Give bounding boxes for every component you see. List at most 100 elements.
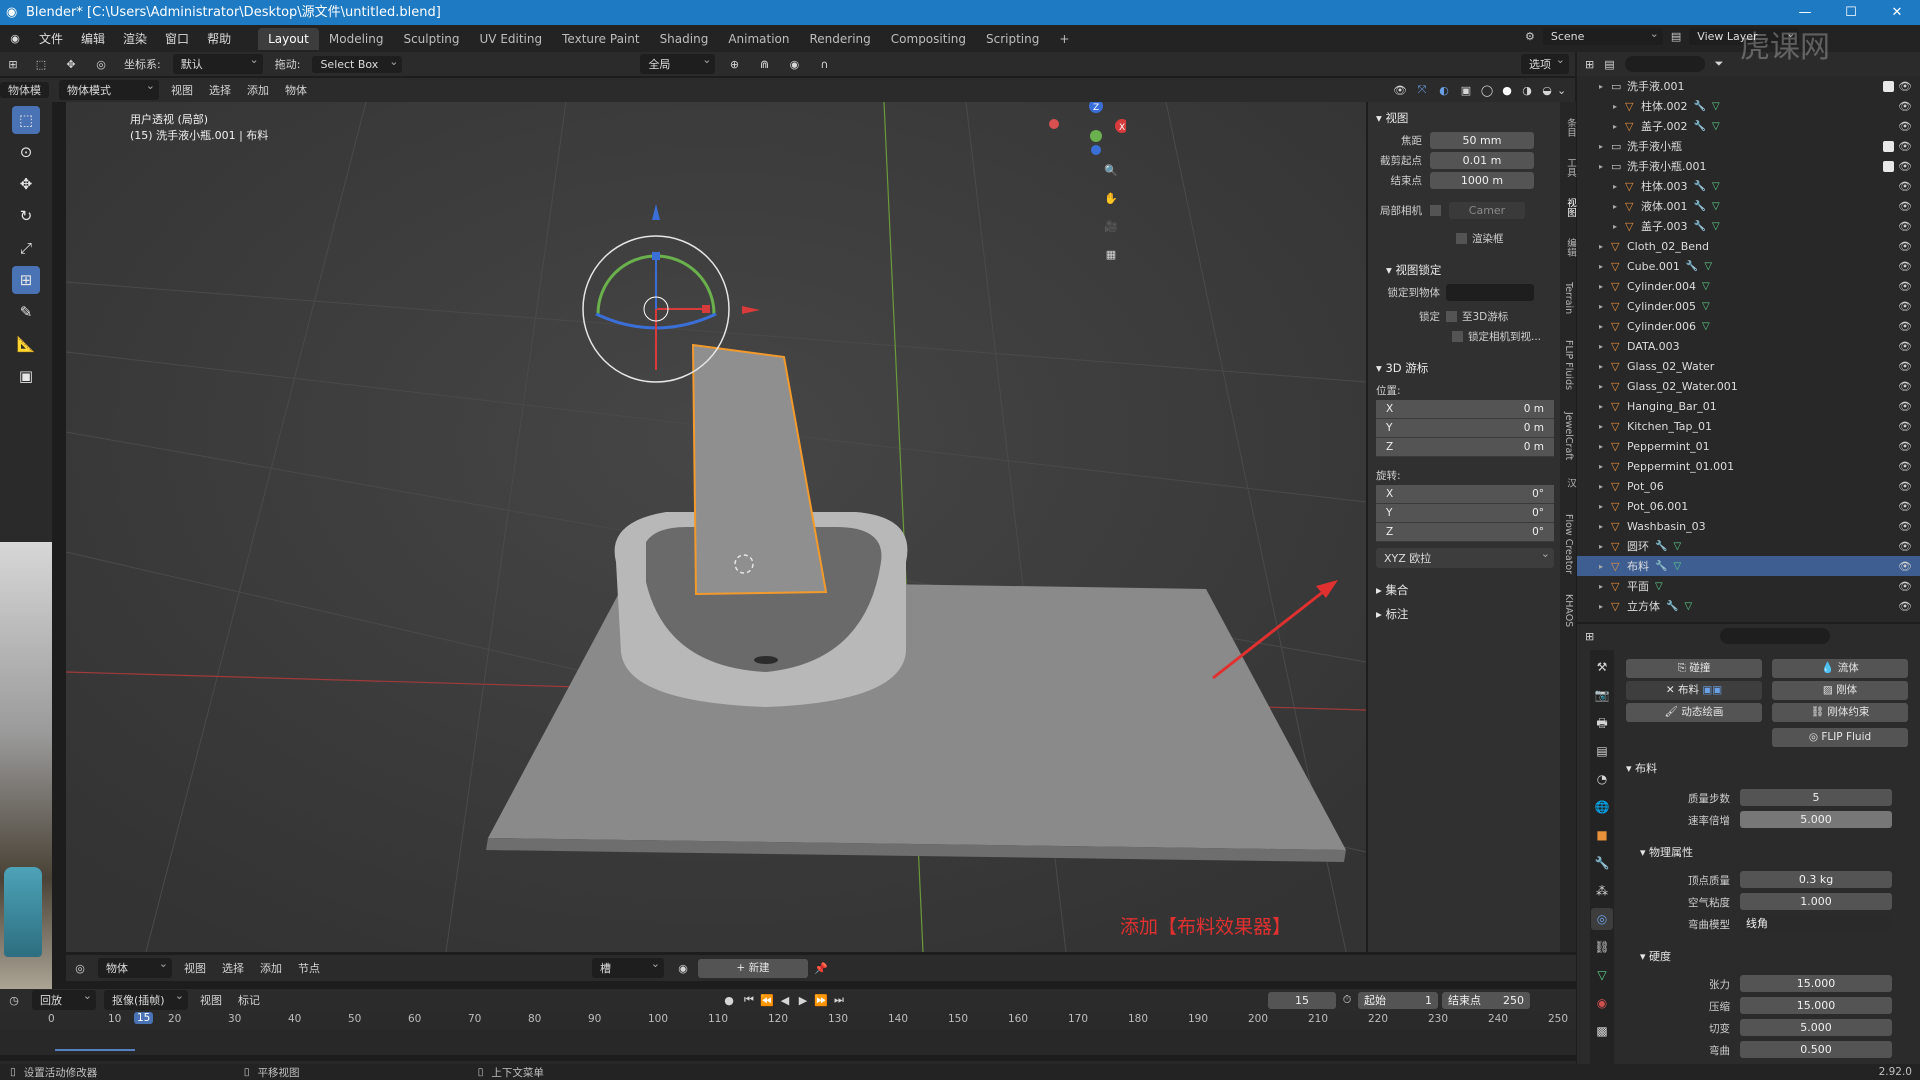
filter-icon[interactable]: ⏷ — [1715, 57, 1724, 71]
outliner-row[interactable]: ▸ ▽ Kitchen_Tap_01 👁 — [1577, 416, 1920, 436]
menu-object[interactable]: 物体 — [277, 82, 315, 98]
annotations-header[interactable]: ▸ 标注 — [1368, 602, 1560, 626]
visibility-eye-icon[interactable]: 👁 — [1898, 380, 1912, 393]
outliner-row[interactable]: ▸ ▽ 平面 ▽ 👁 — [1577, 576, 1920, 596]
expand-arrow-icon[interactable]: ▸ — [1599, 342, 1611, 351]
expand-arrow-icon[interactable]: ▸ — [1599, 242, 1611, 251]
cursor-loc-y[interactable]: Y0 m — [1376, 419, 1554, 438]
outliner-row[interactable]: ▸ ▽ Cylinder.006 ▽ 👁 — [1577, 316, 1920, 336]
rotation-mode-dropdown[interactable]: XYZ 欧拉 — [1376, 547, 1554, 568]
annotate-tool-icon[interactable]: ✎ — [12, 298, 40, 326]
drag-dropdown[interactable]: Select Box — [312, 55, 403, 73]
view-layer-tab-icon[interactable]: ▤ — [1591, 740, 1613, 762]
menu-view[interactable]: 视图 — [163, 82, 201, 98]
exclude-checkbox[interactable] — [1883, 160, 1894, 172]
expand-arrow-icon[interactable]: ▸ — [1599, 142, 1611, 151]
visibility-eye-icon[interactable]: 👁 — [1898, 420, 1912, 433]
cursor-loc-x[interactable]: X0 m — [1376, 400, 1554, 419]
pivot-dropdown[interactable]: 全局 — [640, 53, 716, 74]
next-key-icon[interactable]: ⏩ — [812, 994, 830, 1007]
cursor-rot-x[interactable]: X 0° — [1376, 485, 1554, 504]
mode-left[interactable]: 物体模 — [0, 82, 49, 98]
material-browse-icon[interactable]: ◉ — [668, 962, 698, 975]
exclude-checkbox[interactable] — [1883, 140, 1894, 152]
coord-dropdown[interactable]: 默认 — [172, 53, 263, 74]
tab-shading[interactable]: Shading — [650, 28, 719, 50]
tab-view[interactable]: 视图 — [1563, 198, 1577, 217]
timeline-scrollbar[interactable] — [0, 1055, 1576, 1061]
expand-arrow-icon[interactable]: ▸ — [1599, 362, 1611, 371]
outliner-row[interactable]: ▸ ▽ 圆环 🔧 ▽ 👁 — [1577, 536, 1920, 556]
visibility-eye-icon[interactable]: 👁 — [1898, 200, 1912, 213]
tab-terrain[interactable]: Terrain — [1563, 282, 1574, 314]
play-reverse-icon[interactable]: ◀ — [776, 994, 794, 1007]
clip-start-field[interactable]: 0.01 m — [1430, 151, 1534, 169]
tab-flip-fluids[interactable]: FLIP Fluids — [1563, 340, 1574, 390]
mass-field[interactable]: 0.3 kg — [1740, 871, 1892, 888]
object-mode-bottom[interactable]: 物体 — [98, 957, 172, 978]
camera-view-icon[interactable]: 🎥 — [1100, 216, 1122, 238]
outliner-row[interactable]: ▸ ▽ 盖子.002 🔧 ▽ 👁 — [1577, 116, 1920, 136]
expand-arrow-icon[interactable]: ▸ — [1613, 202, 1625, 211]
tab-chinese[interactable]: 汉 — [1563, 478, 1577, 488]
tab-jewelcraft[interactable]: JewelCraft — [1563, 412, 1574, 460]
rotate-tool-icon[interactable]: ↻ — [12, 202, 40, 230]
scene-selector[interactable]: Scene — [1542, 27, 1663, 45]
prev-key-icon[interactable]: ⏪ — [758, 994, 776, 1007]
visibility-eye-icon[interactable]: 👁 — [1898, 120, 1912, 133]
local-cam-checkbox[interactable] — [1430, 204, 1441, 216]
expand-arrow-icon[interactable]: ▸ — [1599, 322, 1611, 331]
new-material-button[interactable]: + 新建 — [698, 958, 808, 978]
pivot-icon[interactable]: ◎ — [86, 58, 116, 71]
visibility-eye-icon[interactable]: 👁 — [1898, 280, 1912, 293]
local-cam-field[interactable]: Camer — [1449, 201, 1525, 219]
visibility-eye-icon[interactable]: 👁 — [1898, 340, 1912, 353]
expand-arrow-icon[interactable]: ▸ — [1599, 442, 1611, 451]
timeline[interactable]: 0 10 20 30 40 50 60 70 80 90 100 110 120 130 140 150 160… — [0, 1011, 1576, 1064]
outliner-row[interactable]: ▸ ▽ 盖子.003 🔧 ▽ 👁 — [1577, 216, 1920, 236]
tab-sculpting[interactable]: Sculpting — [393, 28, 469, 50]
outliner-row[interactable]: ▸ ▽ Pot_06 👁 — [1577, 476, 1920, 496]
bottom-menu-node[interactable]: 节点 — [290, 960, 328, 976]
wireframe-shading-icon[interactable]: ◯ — [1477, 84, 1497, 97]
tab-layout[interactable]: Layout — [258, 27, 319, 50]
scene-tab-icon[interactable]: ◔ — [1591, 768, 1613, 790]
pin-icon[interactable]: 📌 — [808, 962, 834, 975]
compression-field[interactable]: 15.000 — [1740, 997, 1892, 1014]
xray-icon[interactable]: ▣ — [1455, 84, 1477, 97]
visibility-eye-icon[interactable]: 👁 — [1898, 100, 1912, 113]
outliner-search-input[interactable] — [1624, 56, 1705, 72]
air-field[interactable]: 1.000 — [1740, 893, 1892, 910]
select-tool-icon[interactable]: ⬚ — [12, 106, 40, 134]
expand-arrow-icon[interactable]: ▸ — [1599, 582, 1611, 591]
lock-cam-checkbox[interactable] — [1452, 330, 1463, 342]
gizmo-icon[interactable]: ⤧ — [1411, 83, 1433, 97]
expand-arrow-icon[interactable]: ▸ — [1599, 162, 1611, 171]
speed-field[interactable]: 5.000 — [1740, 811, 1892, 828]
overlay-icon[interactable]: ◐ — [1433, 84, 1455, 97]
render-region-checkbox[interactable] — [1456, 232, 1467, 244]
record-icon[interactable]: ● — [718, 994, 740, 1007]
dynamic-paint-button[interactable]: 🖌 动态绘画 — [1626, 703, 1762, 722]
solid-shading-icon[interactable]: ● — [1497, 84, 1517, 97]
visibility-eye-icon[interactable]: 👁 — [1898, 520, 1912, 533]
constraints-tab-icon[interactable]: ⛓ — [1591, 936, 1613, 958]
expand-arrow-icon[interactable]: ▸ — [1599, 522, 1611, 531]
timeline-editor-icon[interactable]: ◷ — [0, 994, 28, 1007]
focal-field[interactable]: 50 mm — [1430, 131, 1534, 149]
expand-arrow-icon[interactable]: ▸ — [1599, 82, 1611, 91]
tab-compositing[interactable]: Compositing — [881, 28, 976, 50]
play-icon[interactable]: ▶ — [794, 994, 812, 1007]
add-workspace-button[interactable]: + — [1049, 28, 1079, 50]
playback-dropdown[interactable]: 回放 — [32, 989, 96, 1010]
cursor-loc-z[interactable]: Z0 m — [1376, 438, 1554, 457]
view-lock-header[interactable]: ▾ 视图锁定 — [1368, 258, 1560, 282]
expand-arrow-icon[interactable]: ▸ — [1599, 422, 1611, 431]
view-section-header[interactable]: ▾ 视图 — [1368, 106, 1560, 130]
lock-to-obj-field[interactable] — [1446, 283, 1534, 301]
transform-tool-icon[interactable]: ⊞ — [12, 266, 40, 294]
outliner-row[interactable]: ▸ ▽ DATA.003 👁 — [1577, 336, 1920, 356]
tab-edit[interactable]: 编辑 — [1563, 238, 1577, 257]
expand-arrow-icon[interactable]: ▸ — [1599, 602, 1611, 611]
tab-item[interactable]: 条目 — [1563, 118, 1577, 137]
